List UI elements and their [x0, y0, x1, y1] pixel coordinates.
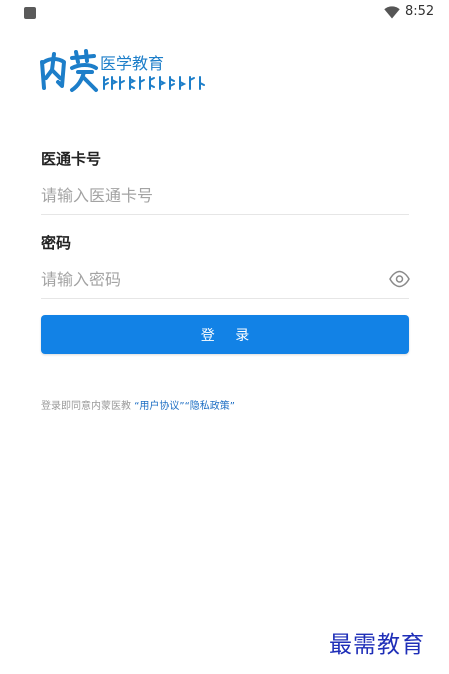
login-button[interactable]: 登 录: [41, 315, 409, 354]
privacy-policy-link[interactable]: “隐私政策”: [185, 401, 235, 412]
user-agreement-link[interactable]: “用户协议”: [134, 401, 184, 412]
mongolian-script-logo: [103, 76, 205, 90]
wifi-icon: [384, 6, 400, 19]
password-label: 密码: [41, 234, 72, 252]
status-bar: 8:52: [0, 0, 449, 26]
app-logo: 医学教育: [38, 48, 205, 100]
agreement-prefix: 登录即同意内蒙医教: [41, 401, 135, 412]
card-number-divider: [41, 214, 409, 215]
password-divider: [41, 298, 409, 299]
watermark-text: 最需教育: [329, 632, 425, 658]
agreement-text: 登录即同意内蒙医教 “用户协议”“隐私政策”: [41, 397, 235, 412]
card-number-label: 医通卡号: [41, 150, 102, 168]
logo-title: 医学教育: [100, 54, 165, 73]
status-time: 8:52: [405, 4, 435, 19]
app-square-icon: [24, 7, 36, 19]
password-input[interactable]: [41, 266, 409, 292]
nei-meng-calligraphy-logo: [40, 49, 98, 92]
card-number-input[interactable]: [41, 182, 409, 208]
eye-icon[interactable]: [389, 270, 410, 288]
login-screen: 8:52 医学教育 医通卡号 请输入医通卡号 密码 登 录 登录即同意内蒙医教 …: [0, 0, 449, 674]
